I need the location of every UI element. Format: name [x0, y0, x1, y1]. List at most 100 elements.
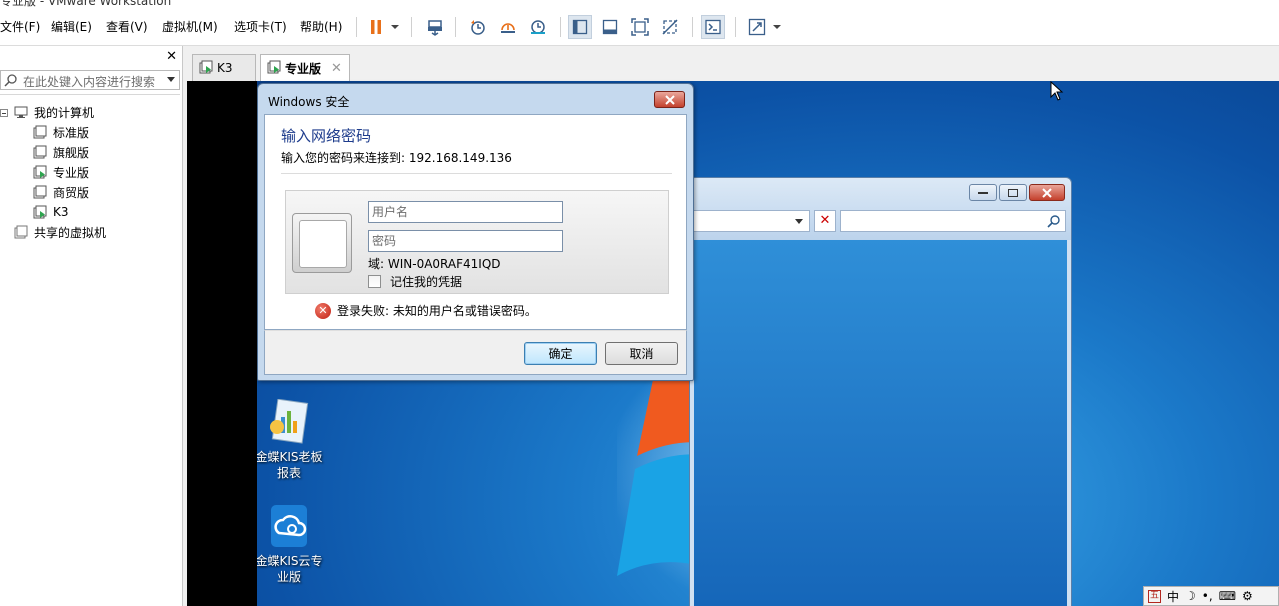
vm-icon — [33, 125, 47, 139]
ime-badge[interactable]: 五 — [1148, 589, 1161, 603]
password-field[interactable] — [368, 230, 563, 252]
tree-item-vm-running[interactable]: K3 — [33, 202, 69, 222]
username-field[interactable] — [368, 201, 563, 223]
toolbar-separator — [560, 17, 561, 37]
maximize-icon[interactable] — [999, 184, 1027, 201]
punctuation-icon[interactable]: •, — [1202, 589, 1213, 603]
close-icon[interactable] — [1029, 184, 1065, 201]
tree-label: 专业版 — [53, 165, 90, 180]
snapshot-icon[interactable] — [466, 15, 490, 39]
keyboard-icon[interactable]: ⌨ — [1219, 589, 1236, 603]
title-bar: 专业版 - VMware Workstation — [0, 0, 1279, 8]
menu-help[interactable]: 帮助(H) — [300, 18, 342, 35]
vm-icon — [33, 145, 47, 159]
window-search-input[interactable] — [840, 210, 1066, 232]
snapshot-manager-icon[interactable] — [526, 15, 550, 39]
dialog-subtitle: 输入您的密码来连接到: 192.168.149.136 — [281, 151, 512, 165]
desktop-icon-label: 金蝶KIS老板 — [257, 450, 323, 464]
dialog-title: Windows 安全 — [268, 95, 350, 109]
show-library-icon[interactable] — [568, 15, 592, 39]
console-view-icon[interactable] — [701, 15, 725, 39]
half-width-icon[interactable]: ☽ — [1185, 589, 1196, 603]
library-search-input[interactable]: 在此处键入内容进行搜索 — [0, 70, 180, 90]
tab-k3[interactable]: K3 — [192, 54, 256, 81]
toolbar-separator — [411, 17, 412, 37]
search-icon — [4, 73, 18, 90]
vm-icon — [33, 185, 47, 199]
desktop-icon-kis-cloud[interactable]: 金蝶KIS云专 业版 — [257, 503, 329, 585]
dialog-body: 输入网络密码 输入您的密码来连接到: 192.168.149.136 域: WI… — [264, 114, 687, 330]
settings-icon[interactable]: ⚙ — [1242, 589, 1253, 603]
tree-label: 共享的虚拟机 — [34, 225, 107, 240]
tree-item-vm[interactable]: 商贸版 — [33, 182, 89, 202]
vmware-workstation-window: 专业版 - VMware Workstation 文件(F) 编辑(E) 查看(… — [0, 0, 1279, 606]
search-dropdown-icon[interactable] — [167, 77, 175, 82]
caption-buttons — [969, 184, 1065, 201]
tree-label: K3 — [53, 205, 69, 219]
chevron-down-icon[interactable] — [795, 219, 803, 224]
background-window[interactable]: ✕ — [689, 177, 1072, 606]
menu-edit[interactable]: 编辑(E) — [51, 18, 92, 35]
ok-button[interactable]: 确定 — [524, 342, 597, 365]
close-library-icon[interactable]: ✕ — [166, 49, 177, 64]
report-app-icon — [269, 398, 309, 445]
toolbar-separator — [356, 17, 357, 37]
desktop-icon-kis-boss-report[interactable]: 金蝶KIS老板 报表 — [257, 398, 329, 481]
address-combo[interactable] — [692, 210, 810, 232]
tree-item-my-computer[interactable]: 我的计算机 — [14, 102, 94, 122]
library-panel: ✕ 在此处键入内容进行搜索 我的计算机 标准版 旗舰版 专业版 商贸版 K3 共… — [0, 46, 183, 606]
error-icon: ✕ — [315, 302, 331, 319]
ime-mode[interactable]: 中 — [1167, 588, 1179, 605]
revert-snapshot-icon[interactable] — [496, 15, 520, 39]
tree-item-vm[interactable]: 标准版 — [33, 122, 89, 142]
domain-label: 域: WIN-0A0RAF41IQD — [368, 257, 501, 271]
user-tile-icon — [292, 213, 352, 273]
menu-file[interactable]: 文件(F) — [0, 18, 40, 35]
menu-tabs[interactable]: 选项卡(T) — [234, 18, 287, 35]
toolbar-separator — [692, 17, 693, 37]
unity-icon[interactable] — [658, 15, 682, 39]
tree-label: 旗舰版 — [53, 145, 90, 160]
search-placeholder: 在此处键入内容进行搜索 — [23, 75, 156, 89]
remember-credentials[interactable]: 记住我的凭据 — [368, 273, 462, 290]
tab-professional[interactable]: 专业版 ✕ — [260, 54, 350, 82]
pause-dropdown-icon[interactable] — [386, 15, 404, 39]
close-tab-icon[interactable]: ✕ — [331, 61, 342, 76]
windows-security-dialog: Windows 安全 输入网络密码 输入您的密码来连接到: 192.168.14… — [257, 83, 694, 381]
computer-icon — [14, 105, 28, 119]
shared-vm-icon — [14, 225, 28, 239]
thumbnail-bar-icon[interactable] — [598, 15, 622, 39]
error-text: 登录失败: 未知的用户名或错误密码。 — [337, 304, 537, 318]
stretch-guest-icon[interactable] — [745, 15, 769, 39]
desktop-icon-label: 金蝶KIS云专 — [257, 554, 323, 568]
tree-item-shared-vms[interactable]: 共享的虚拟机 — [14, 222, 106, 242]
library-divider — [0, 94, 180, 95]
stop-icon[interactable]: ✕ — [814, 210, 836, 232]
menu-toolbar: 文件(F) 编辑(E) 查看(V) 虚拟机(M) 选项卡(T) 帮助(H) — [0, 8, 1279, 46]
menu-vm[interactable]: 虚拟机(M) — [162, 18, 218, 35]
error-message: ✕ 登录失败: 未知的用户名或错误密码。 — [315, 302, 537, 319]
tab-label: 专业版 — [285, 62, 322, 76]
remember-checkbox[interactable] — [368, 275, 381, 288]
tree-item-vm-running[interactable]: 专业版 — [33, 162, 89, 182]
credential-tile[interactable]: 域: WIN-0A0RAF41IQD 记住我的凭据 — [285, 190, 669, 294]
dialog-heading: 输入网络密码 — [281, 127, 372, 145]
pause-icon[interactable] — [364, 15, 388, 39]
ime-toolbar: 五 中 ☽ •, ⌨ ⚙ — [1143, 586, 1279, 606]
full-screen-icon[interactable] — [628, 15, 652, 39]
minimize-icon[interactable] — [969, 184, 997, 201]
stretch-dropdown-icon[interactable] — [768, 15, 786, 39]
dialog-close-icon[interactable] — [654, 91, 685, 108]
tab-label: K3 — [217, 61, 233, 75]
cloud-app-icon — [269, 503, 309, 549]
dialog-footer: 确定 取消 — [264, 330, 687, 375]
username-input[interactable] — [369, 202, 562, 222]
tree-item-vm[interactable]: 旗舰版 — [33, 142, 89, 162]
window-content — [694, 240, 1067, 606]
menu-view[interactable]: 查看(V) — [106, 18, 148, 35]
send-ctrl-alt-del-icon[interactable] — [423, 15, 447, 39]
cancel-button[interactable]: 取消 — [605, 342, 678, 365]
collapse-tree-icon[interactable] — [0, 109, 8, 117]
password-input[interactable] — [369, 231, 562, 251]
mouse-cursor-icon — [1050, 81, 1064, 101]
